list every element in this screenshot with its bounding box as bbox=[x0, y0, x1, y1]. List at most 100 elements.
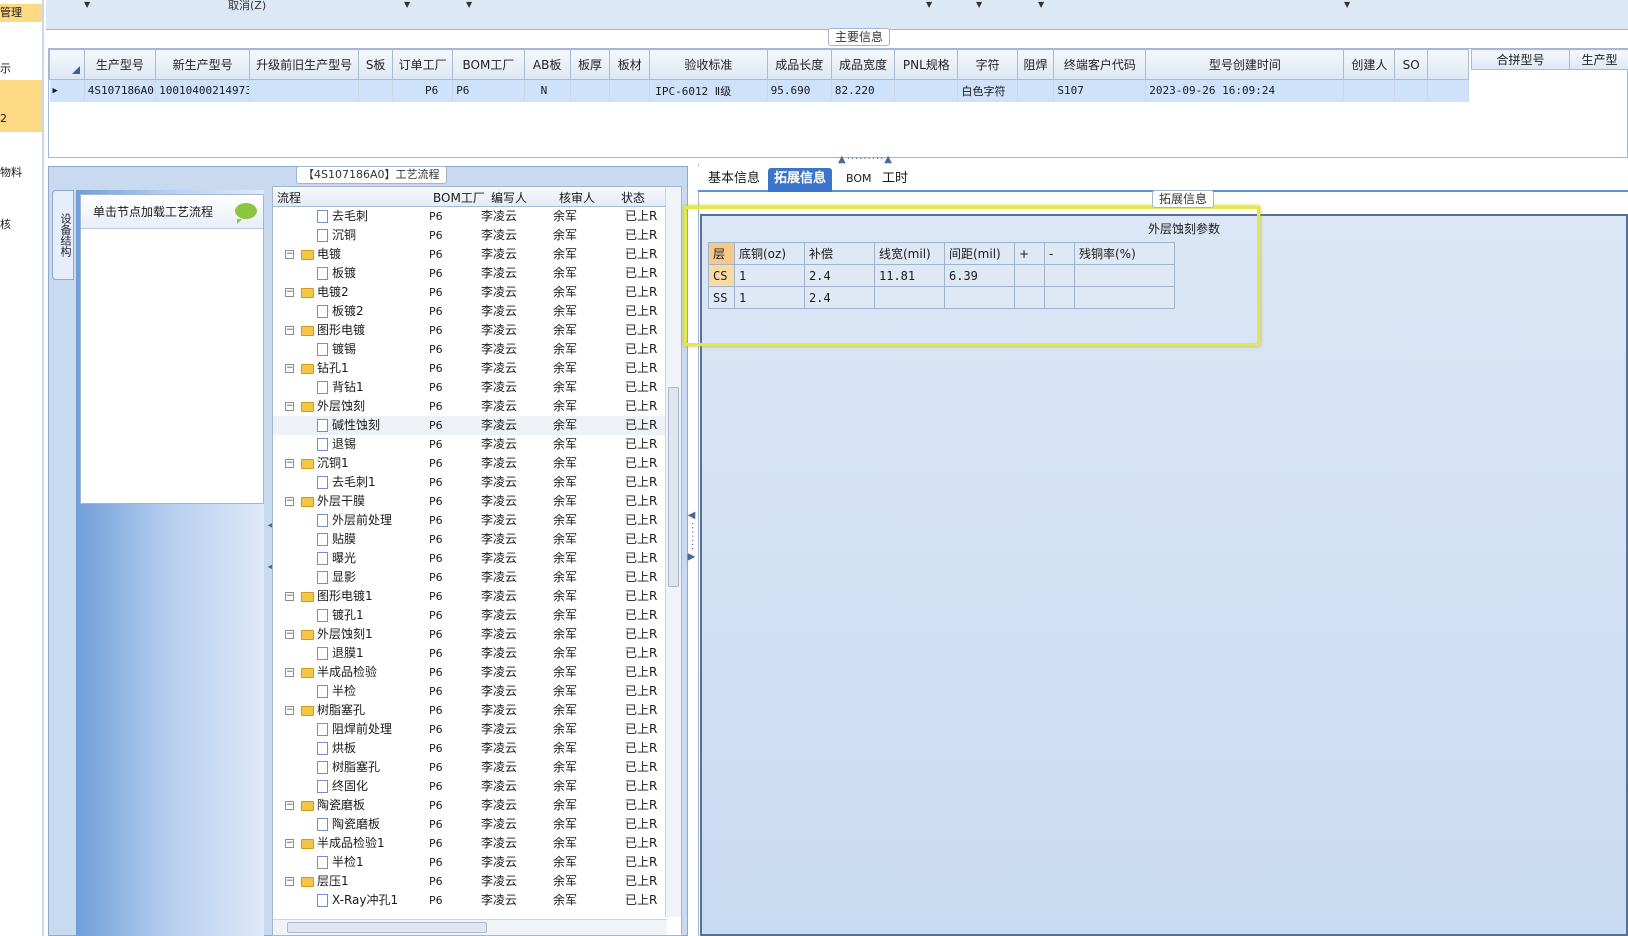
tree-node-row[interactable]: 贴膜 P6 李凌云 余军 已上R bbox=[273, 530, 667, 549]
tree-node-name[interactable]: 退膜1 bbox=[317, 644, 364, 663]
side-tab-equipment[interactable]: 设备结构 bbox=[52, 190, 74, 280]
table-cell[interactable] bbox=[894, 79, 959, 102]
horizontal-scrollbar[interactable] bbox=[273, 919, 667, 935]
tree-node-name[interactable]: 沉铜1 bbox=[301, 454, 349, 473]
table-cell[interactable] bbox=[1394, 79, 1429, 102]
tree-folder-row[interactable]: − 树脂塞孔 P6 李凌云 余军 已上R bbox=[273, 701, 667, 720]
table-cell[interactable]: 白色字符 bbox=[957, 79, 1018, 102]
tree-node-name[interactable]: 钻孔1 bbox=[301, 359, 349, 378]
col-header[interactable]: 创建人 bbox=[1343, 49, 1396, 80]
tree-node-row[interactable]: X-Ray冲孔1 P6 李凌云 余军 已上R bbox=[273, 891, 667, 910]
col-header[interactable]: 成品长度 bbox=[766, 49, 832, 80]
tree-node-name[interactable]: 半成品检验1 bbox=[301, 834, 385, 853]
collapse-icon[interactable]: − bbox=[285, 459, 294, 468]
tree-node-row[interactable]: 镀锡 P6 李凌云 余军 已上R bbox=[273, 340, 667, 359]
collapse-icon[interactable]: − bbox=[285, 668, 294, 677]
tree-col-header[interactable]: BOM工厂 bbox=[433, 189, 485, 206]
col-header[interactable]: 阻焊 bbox=[1016, 49, 1055, 80]
table-cell[interactable]: 2023-09-26 16:09:24 bbox=[1145, 79, 1345, 102]
col-header[interactable]: 验收标准 bbox=[649, 49, 768, 80]
tree-node-name[interactable]: 陶瓷磨板 bbox=[301, 796, 365, 815]
tree-folder-row[interactable]: − 外层干膜 P6 李凌云 余军 已上R bbox=[273, 492, 667, 511]
nav-item-review[interactable]: 核 bbox=[0, 216, 42, 234]
col-header[interactable]: 字符 bbox=[957, 49, 1018, 80]
tree-node-name[interactable]: 陶瓷磨板 bbox=[317, 815, 380, 834]
tab-basic-info[interactable]: 基本信息 bbox=[702, 168, 766, 192]
collapse-icon[interactable]: − bbox=[285, 630, 294, 639]
tree-node-name[interactable]: 阻焊前处理 bbox=[317, 720, 392, 739]
tree-folder-row[interactable]: − 电镀2 P6 李凌云 余军 已上R bbox=[273, 283, 667, 302]
nav-item-2[interactable]: 2 bbox=[0, 80, 42, 132]
col-header[interactable]: 生产型 bbox=[1569, 49, 1628, 70]
col-header[interactable]: 升级前旧生产型号 bbox=[249, 49, 360, 80]
tree-folder-row[interactable]: − 半成品检验 P6 李凌云 余军 已上R bbox=[273, 663, 667, 682]
col-header[interactable]: S板 bbox=[358, 49, 393, 80]
tree-folder-row[interactable]: − 沉铜1 P6 李凌云 余军 已上R bbox=[273, 454, 667, 473]
col-header[interactable]: 板材 bbox=[609, 49, 651, 80]
tree-node-name[interactable]: 退锡 bbox=[317, 435, 356, 454]
tree-folder-row[interactable]: − 陶瓷磨板 P6 李凌云 余军 已上R bbox=[273, 796, 667, 815]
col-header[interactable]: 合拼型号 bbox=[1471, 49, 1570, 70]
tab-bom[interactable]: BOM bbox=[840, 168, 878, 192]
nav-item-manage[interactable]: 管理 bbox=[0, 4, 42, 22]
tree-node-name[interactable]: 去毛刺1 bbox=[317, 473, 376, 492]
tree-node-name[interactable]: 半成品检验 bbox=[301, 663, 377, 682]
cancel-button[interactable]: 取消(Z) bbox=[228, 0, 266, 13]
tree-node-row[interactable]: 树脂塞孔 P6 李凌云 余军 已上R bbox=[273, 758, 667, 777]
tree-node-row[interactable]: 背钻1 P6 李凌云 余军 已上R bbox=[273, 378, 667, 397]
col-header[interactable]: BOM工厂 bbox=[452, 49, 525, 80]
tree-node-name[interactable]: 镀锡 bbox=[317, 340, 356, 359]
tree-node-name[interactable]: 树脂塞孔 bbox=[301, 701, 365, 720]
tree-folder-row[interactable]: − 外层蚀刻 P6 李凌云 余军 已上R bbox=[273, 397, 667, 416]
tree-node-name[interactable]: 板镀2 bbox=[317, 302, 364, 321]
col-header[interactable]: 成品宽度 bbox=[830, 49, 896, 80]
table-cell[interactable]: N bbox=[524, 79, 571, 102]
tree-node-name[interactable]: 外层干膜 bbox=[301, 492, 365, 511]
nav-item-display[interactable]: 示 bbox=[0, 60, 42, 78]
collapse-icon[interactable]: − bbox=[285, 250, 294, 259]
collapse-icon[interactable]: − bbox=[285, 364, 294, 373]
tree-node-row[interactable]: 板镀2 P6 李凌云 余军 已上R bbox=[273, 302, 667, 321]
tree-folder-row[interactable]: − 钻孔1 P6 李凌云 余军 已上R bbox=[273, 359, 667, 378]
col-header[interactable]: 板厚 bbox=[569, 49, 611, 80]
tree-col-header[interactable]: 状态 bbox=[621, 189, 645, 206]
table-cell[interactable] bbox=[1017, 79, 1055, 102]
tree-node-row[interactable]: 退膜1 P6 李凌云 余军 已上R bbox=[273, 644, 667, 663]
tree-node-row[interactable]: 烘板 P6 李凌云 余军 已上R bbox=[273, 739, 667, 758]
table-cell[interactable] bbox=[570, 79, 611, 102]
tree-node-row[interactable]: 碱性蚀刻 P6 李凌云 余军 已上R bbox=[273, 416, 667, 435]
vertical-scrollbar[interactable] bbox=[665, 187, 681, 917]
col-header[interactable]: PNL规格 bbox=[894, 49, 959, 80]
tree-node-name[interactable]: 层压1 bbox=[301, 872, 349, 891]
col-header[interactable]: SO bbox=[1394, 49, 1429, 80]
tree-col-header[interactable]: 流程 bbox=[277, 189, 301, 206]
tree-node-name[interactable]: 半检 bbox=[317, 682, 356, 701]
tree-node-row[interactable]: 半检 P6 李凌云 余军 已上R bbox=[273, 682, 667, 701]
table-cell[interactable]: P6 bbox=[392, 79, 454, 102]
tree-node-name[interactable]: 图形电镀1 bbox=[301, 587, 373, 606]
tree-folder-row[interactable]: − 电镀 P6 李凌云 余军 已上R bbox=[273, 245, 667, 264]
tree-folder-row[interactable]: − 层压1 P6 李凌云 余军 已上R bbox=[273, 872, 667, 891]
nav-item-material[interactable]: 物料 bbox=[0, 164, 42, 182]
collapse-icon[interactable]: − bbox=[285, 288, 294, 297]
tree-node-name[interactable]: X-Ray冲孔1 bbox=[317, 891, 398, 910]
tab-ext-info[interactable]: 拓展信息 bbox=[768, 168, 833, 192]
tree-node-name[interactable]: 终固化 bbox=[317, 777, 368, 796]
tree-node-name[interactable]: 树脂塞孔 bbox=[317, 758, 380, 777]
col-header[interactable]: 订单工厂 bbox=[391, 49, 454, 80]
splitter-handle[interactable]: ◀·······▶ bbox=[686, 510, 697, 563]
collapse-icon[interactable]: − bbox=[285, 801, 294, 810]
tree-node-row[interactable]: 去毛刺 P6 李凌云 余军 已上R bbox=[273, 207, 667, 226]
col-header[interactable]: AB板 bbox=[523, 49, 571, 80]
tree-node-row[interactable]: 终固化 P6 李凌云 余军 已上R bbox=[273, 777, 667, 796]
collapse-icon[interactable]: − bbox=[285, 402, 294, 411]
tree-folder-row[interactable]: − 图形电镀1 P6 李凌云 余军 已上R bbox=[273, 587, 667, 606]
table-cell[interactable] bbox=[249, 79, 360, 102]
tree-folder-row[interactable]: − 半成品检验1 P6 李凌云 余军 已上R bbox=[273, 834, 667, 853]
tree-node-row[interactable]: 半检1 P6 李凌云 余军 已上R bbox=[273, 853, 667, 872]
tree-node-name[interactable]: 外层蚀刻1 bbox=[301, 625, 373, 644]
scroll-thumb[interactable] bbox=[668, 387, 679, 587]
collapse-icon[interactable]: − bbox=[285, 706, 294, 715]
table-row[interactable]: ▶ 4S107186A0 10010400214973 P6 P6 N IPC-… bbox=[49, 79, 1469, 102]
tree-node-row[interactable]: 板镀 P6 李凌云 余军 已上R bbox=[273, 264, 667, 283]
